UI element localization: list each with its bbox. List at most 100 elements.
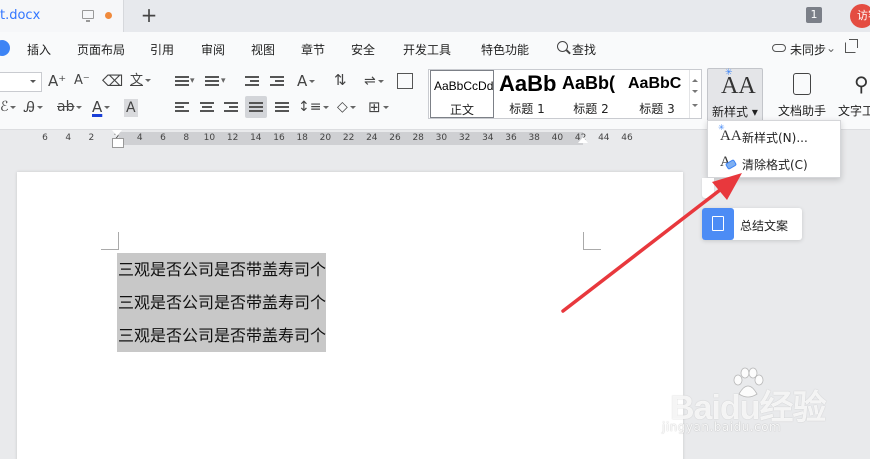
right-indent-marker-icon[interactable] [578,137,588,143]
summary-label: 总结文案 [740,219,789,233]
clear-format-menu-item[interactable]: A 清除格式(C) [708,150,840,176]
ruler-tick-label: 18 [296,133,308,143]
menu-section[interactable]: 章节 [301,41,325,58]
wrench-icon: ⚲ [854,74,869,96]
align-left-icon[interactable] [175,101,189,113]
style-heading-3-sample: AaBbC [628,75,682,92]
align-right-icon[interactable] [224,101,238,113]
gallery-expand-icon[interactable] [692,104,698,110]
bullet-list-dropdown-icon[interactable]: ▾ [190,71,195,91]
cloud-sync-icon[interactable] [772,44,786,52]
decrease-font-icon[interactable]: A⁻ [74,71,90,91]
document-line-1[interactable]: 三观是否公司是否带盖寿司个 [117,253,327,286]
search-icon[interactable] [557,41,568,52]
gallery-up-icon[interactable] [692,76,698,82]
menu-features[interactable]: 特色功能 [481,41,529,58]
side-panel-tab[interactable] [702,178,714,198]
share-icon[interactable] [845,39,858,53]
indent-marker-icon[interactable] [112,130,124,148]
text-tool-button[interactable]: ⚲ 文字工 [838,68,870,122]
new-style-icon: AA ✳ [718,123,742,144]
ruler-tick-label: 6 [42,133,48,143]
borders-icon[interactable]: ⊞ [368,97,389,117]
style-heading-1[interactable]: AaBb 标题 1 [496,70,558,118]
sort-icon[interactable]: ⇅ [334,70,347,90]
menu-bar: 插入 页面布局 引用 审阅 视图 章节 安全 开发工具 特色功能 查找 未同步 … [0,32,870,64]
ruler-tick-label: 8 [183,133,190,143]
ruler-tick-label: 2 [88,133,95,143]
style-normal[interactable]: AaBbCcDd 正文 [430,70,494,118]
ruler-tick-label: 26 [389,133,401,143]
style-normal-sample: AaBbCcDd [434,79,494,93]
sync-status[interactable]: 未同步 [790,41,826,58]
new-tab-button[interactable]: + [138,4,160,26]
new-style-menu-item[interactable]: AA ✳ 新样式(N)... [708,123,840,149]
ruler-tick-label: 4 [136,133,143,143]
monitor-icon[interactable] [82,10,94,22]
ruler-tick-label: 20 [319,133,332,143]
ruler-tick-label: 12 [226,133,239,143]
align-center-icon[interactable] [200,101,214,113]
home-menu-icon[interactable] [0,40,10,56]
new-style-menu-label: 新样式(N)... [742,131,808,145]
menu-page-layout[interactable]: 页面布局 [77,41,125,58]
new-style-button[interactable]: AA ✳ 新样式 ▾ [707,67,763,122]
summary-button[interactable]: 总结文案 [702,208,802,240]
shading-icon[interactable]: ◇ [337,97,356,117]
decrease-indent-icon[interactable] [245,75,259,87]
ruler-tick-label: 32 [458,133,471,143]
ruler-tick-label: 24 [366,133,378,143]
ruler-tick-label: 44 [598,133,610,143]
menu-review[interactable]: 审阅 [201,41,225,58]
char-border-icon[interactable]: A [124,99,138,117]
phonetic-guide-icon[interactable]: 文 [130,71,151,91]
highlight-icon[interactable]: ab [57,97,82,117]
visitor-avatar[interactable]: 访客 [850,4,870,28]
doc-assistant-button[interactable]: 文档助手 [778,68,830,122]
distribute-icon[interactable] [275,101,289,113]
document-tab[interactable]: t.docx [0,0,124,32]
font-color-icon[interactable]: A [92,97,110,117]
numbered-list-dropdown-icon[interactable]: ▾ [221,71,226,91]
title-bar: t.docx + 1 访客 [0,0,870,32]
ruler-tick-label: 16 [273,133,285,143]
char-shading-icon[interactable]: Ꭿ [24,97,43,117]
sync-dropdown-icon[interactable]: ⌄ [826,41,836,55]
document-line-3[interactable]: 三观是否公司是否带盖寿司个 [117,319,327,352]
ruler-tick-label: 30 [435,133,448,143]
increase-indent-icon[interactable] [270,75,284,87]
menu-search[interactable]: 查找 [572,41,596,58]
gallery-down-icon[interactable] [692,90,698,96]
numbered-list-icon[interactable] [205,75,219,87]
summary-icon [702,208,734,240]
menu-view[interactable]: 视图 [251,41,275,58]
table-icon[interactable] [397,73,413,89]
text-effect-icon[interactable]: ℰ [0,97,16,117]
increase-font-icon[interactable]: A⁺ [48,71,66,91]
clear-format-menu-label: 清除格式(C) [742,158,808,172]
style-heading-2[interactable]: AaBb( 标题 2 [559,70,623,118]
eraser-icon[interactable]: ⌫ [102,71,123,91]
ruler-tick-label: 14 [250,133,262,143]
menu-developer[interactable]: 开发工具 [403,41,451,58]
margin-corner-top-right [583,232,601,250]
window-count-badge[interactable]: 1 [806,7,822,23]
document-line-2[interactable]: 三观是否公司是否带盖寿司个 [117,286,327,319]
doc-assistant-label: 文档助手 [778,104,827,118]
justify-button[interactable] [245,96,267,118]
line-spacing-icon[interactable]: ↕≡ [298,97,329,117]
line-break-icon[interactable]: ⇌ [364,71,384,91]
menu-insert[interactable]: 插入 [27,41,51,58]
style-heading-3[interactable]: AaBbC 标题 3 [625,70,689,118]
document-page[interactable]: 三观是否公司是否带盖寿司个 三观是否公司是否带盖寿司个 三观是否公司是否带盖寿司… [17,172,683,459]
ruler-tick-label: 6 [160,133,166,143]
gallery-scrollbar[interactable] [689,70,701,118]
baidu-watermark: Baidu经验 jingyan.baidu.com [662,366,868,456]
clear-format-icon: A [718,154,738,172]
bullet-list-icon[interactable] [175,75,189,87]
style-gallery: AaBbCcDd 正文 AaBb 标题 1 AaBb( 标题 2 AaBbC 标… [428,69,702,119]
menu-security[interactable]: 安全 [351,41,375,58]
menu-references[interactable]: 引用 [150,41,174,58]
font-size-select[interactable] [0,72,42,92]
text-direction-icon[interactable]: A [297,71,315,91]
